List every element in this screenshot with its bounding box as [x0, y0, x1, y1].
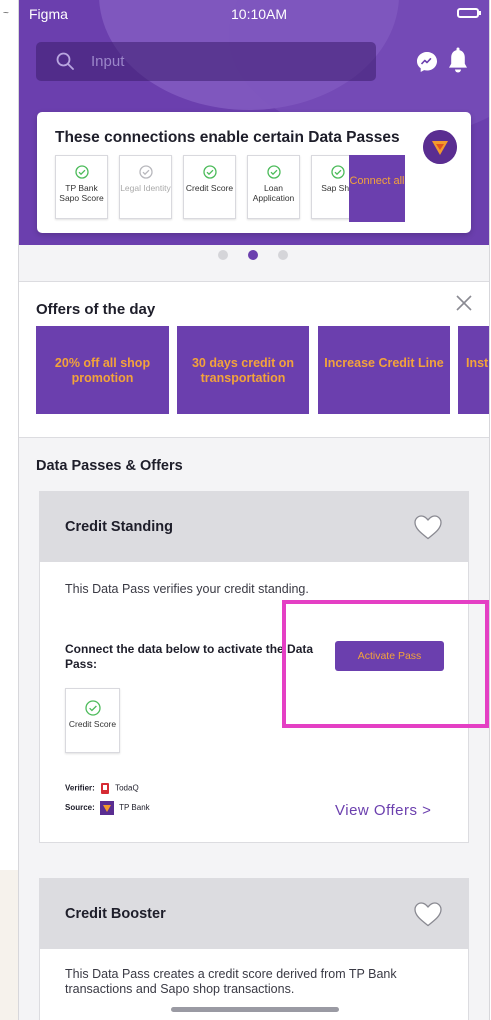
pass-source: Source: TP Bank: [65, 801, 150, 815]
phone-frame: Figma 10:10AM Input These connections en…: [18, 0, 490, 1020]
check-circle-icon: [84, 700, 101, 716]
tp-bank-logo-icon: [100, 801, 115, 815]
pass-description: This Data Pass verifies your credit stan…: [65, 582, 309, 596]
heart-icon[interactable]: [413, 901, 443, 927]
pass-tile-label: Credit Score: [68, 719, 117, 729]
offer-card[interactable]: 30 days credit on transportation: [177, 326, 309, 414]
offer-card[interactable]: 20% off all shop promotion: [36, 326, 169, 414]
connection-tile-credit-score[interactable]: Credit Score: [183, 155, 236, 219]
connections-card: These connections enable certain Data Pa…: [37, 112, 471, 233]
header-banner: Figma 10:10AM Input These connections en…: [19, 0, 489, 245]
pass-verifier: Verifier: TodaQ: [65, 782, 139, 795]
connection-tile-label: Legal Identity: [120, 183, 171, 193]
check-circle-icon: [138, 165, 153, 179]
bell-icon[interactable]: [447, 47, 469, 75]
pass-header: Credit Booster: [40, 879, 468, 949]
messenger-icon[interactable]: [415, 50, 439, 74]
connection-tile-label: Credit Score: [185, 183, 234, 193]
offers-title: Offers of the day: [36, 301, 156, 318]
offer-card[interactable]: Inst: [458, 326, 489, 414]
search-bar[interactable]: Input: [36, 42, 376, 81]
source-name: TP Bank: [119, 803, 150, 813]
connection-tile-loan-application[interactable]: Loan Application: [247, 155, 300, 219]
todaq-logo-icon: [101, 783, 110, 794]
carousel-dot-active[interactable]: [248, 250, 258, 260]
pass-description: This Data Pass creates a credit score de…: [65, 967, 397, 996]
status-bar: Figma 10:10AM: [19, 0, 489, 24]
highlight-annotation-box: [282, 600, 489, 728]
canvas-background-strip: [0, 870, 18, 1020]
check-circle-icon: [74, 165, 89, 179]
view-offers-link[interactable]: View Offers >: [335, 802, 431, 819]
heart-icon[interactable]: [413, 514, 443, 540]
carousel-dot[interactable]: [218, 250, 228, 260]
connections-title: These connections enable certain Data Pa…: [55, 129, 400, 146]
verifier-label: Verifier:: [65, 783, 95, 793]
pass-header: Credit Standing: [40, 492, 468, 562]
search-icon: [56, 52, 74, 70]
check-circle-icon: [202, 165, 217, 179]
canvas-tick-mark: ~: [3, 8, 9, 19]
connect-all-button[interactable]: Connect all: [349, 155, 405, 222]
carrier-name: Figma: [29, 6, 68, 22]
offer-card[interactable]: Increase Credit Line: [318, 326, 450, 414]
close-icon[interactable]: [456, 295, 472, 311]
search-input[interactable]: Input: [91, 53, 124, 70]
connection-tile-legal-identity[interactable]: Legal Identity: [119, 155, 172, 219]
status-time: 10:10AM: [231, 6, 288, 22]
connection-tile-label: TP Bank Sapo Score: [59, 183, 104, 203]
check-circle-icon: [266, 165, 281, 179]
pass-data-tile-credit-score[interactable]: Credit Score: [65, 688, 120, 753]
tp-bank-logo-icon: [423, 130, 457, 164]
home-indicator: [171, 1007, 339, 1012]
check-circle-icon: [330, 165, 345, 179]
source-label: Source:: [65, 803, 95, 813]
battery-icon: [457, 8, 481, 18]
data-pass-card-credit-booster[interactable]: Credit Booster This Data Pass creates a …: [39, 878, 469, 1020]
pass-name: Credit Booster: [65, 906, 166, 922]
offers-panel: Offers of the day 20% off all shop promo…: [19, 281, 489, 438]
pass-name: Credit Standing: [65, 519, 173, 535]
carousel-dot[interactable]: [278, 250, 288, 260]
verifier-name: TodaQ: [115, 783, 139, 793]
connection-tile-label: Loan Application: [252, 183, 295, 203]
connection-tile-tp-bank-sapo-score[interactable]: TP Bank Sapo Score: [55, 155, 108, 219]
section-title: Data Passes & Offers: [36, 458, 183, 474]
